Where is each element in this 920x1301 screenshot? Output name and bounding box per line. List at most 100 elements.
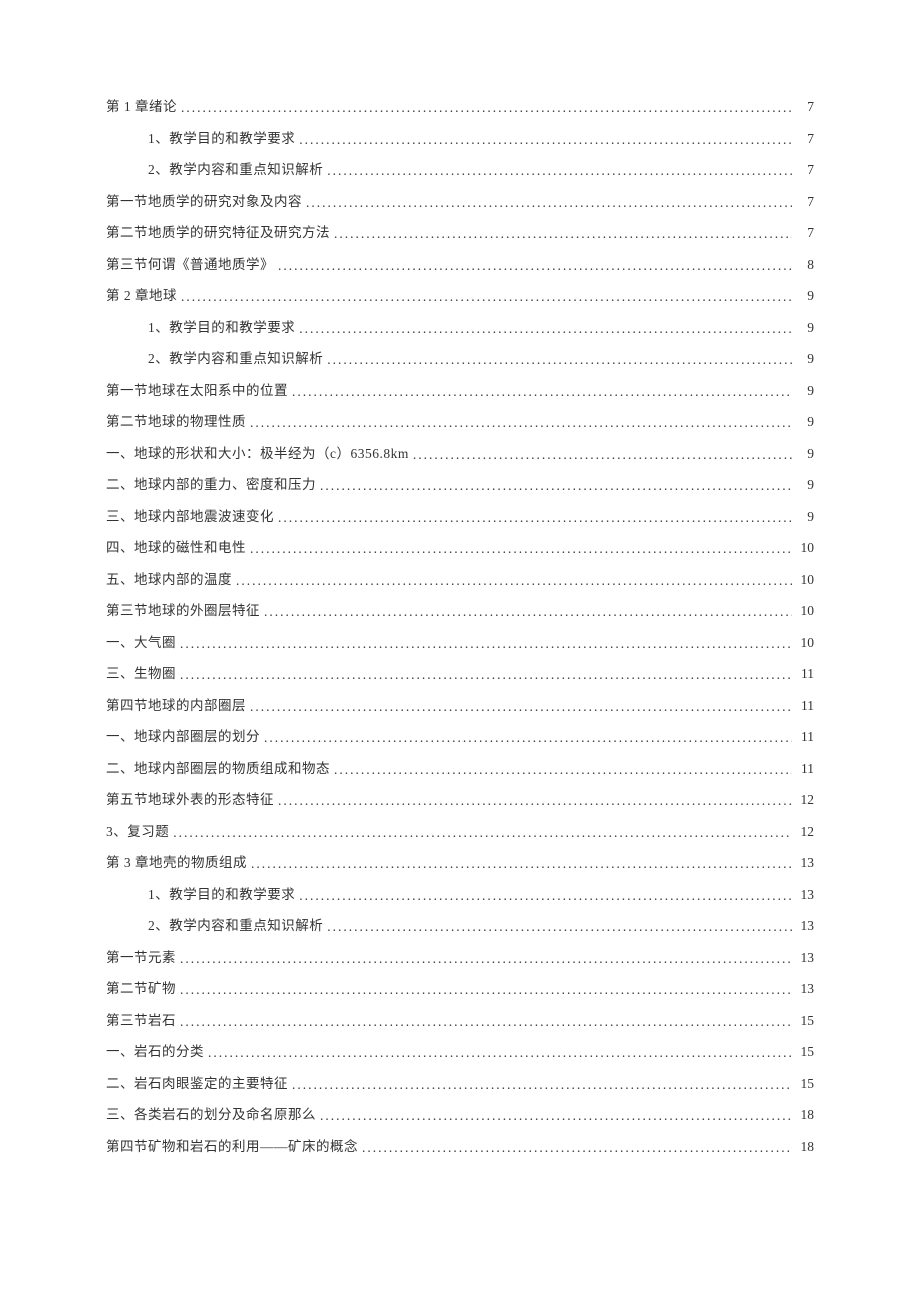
toc-leader-dots	[320, 479, 792, 493]
toc-title: 二、岩石肉眼鉴定的主要特征	[106, 1077, 288, 1091]
toc-page-number: 13	[796, 856, 814, 870]
toc-title: 第四节地球的内部圈层	[106, 699, 246, 713]
toc-page-number: 12	[796, 825, 814, 839]
toc-title: 2、教学内容和重点知识解析	[148, 163, 323, 177]
toc-leader-dots	[299, 889, 792, 903]
toc-entry: 第 3 章地壳的物质组成13	[106, 856, 814, 870]
toc-page-number: 15	[796, 1045, 814, 1059]
toc-page-number: 13	[796, 951, 814, 965]
toc-title: 第二节地质学的研究特征及研究方法	[106, 226, 330, 240]
toc-entry: 2、教学内容和重点知识解析7	[106, 163, 814, 177]
toc-page-number: 7	[796, 132, 814, 146]
toc-title: 第一节地球在太阳系中的位置	[106, 384, 288, 398]
toc-entry: 一、地球的形状和大小：极半经为（c）6356.8km9	[106, 447, 814, 461]
toc-leader-dots	[208, 1046, 792, 1060]
toc-page-number: 18	[796, 1108, 814, 1122]
toc-leader-dots	[180, 952, 792, 966]
toc-leader-dots	[236, 574, 792, 588]
toc-entry: 第二节地质学的研究特征及研究方法 7	[106, 226, 814, 240]
toc-entry: 第三节何谓《普通地质学》 8	[106, 258, 814, 272]
toc-title: 第五节地球外表的形态特征	[106, 793, 274, 807]
toc-entry: 五、地球内部的温度10	[106, 573, 814, 587]
toc-page-number: 9	[796, 384, 814, 398]
toc-leader-dots	[250, 700, 792, 714]
toc-page-number: 12	[796, 793, 814, 807]
toc-entry: 第三节地球的外圈层特征10	[106, 604, 814, 618]
toc-page-number: 15	[796, 1077, 814, 1091]
toc-leader-dots	[278, 794, 792, 808]
toc-title: 二、地球内部圈层的物质组成和物态	[106, 762, 330, 776]
toc-title: 第 1 章绪论	[106, 100, 177, 114]
toc-leader-dots	[264, 605, 792, 619]
toc-entry: 第三节岩石 15	[106, 1014, 814, 1028]
toc-entry: 一、大气圈10	[106, 636, 814, 650]
toc-entry: 第一节地球在太阳系中的位置 9	[106, 384, 814, 398]
toc-title: 四、地球的磁性和电性	[106, 541, 246, 555]
toc-page-number: 9	[796, 321, 814, 335]
toc-leader-dots	[413, 448, 792, 462]
toc-leader-dots	[180, 668, 792, 682]
toc-leader-dots	[278, 259, 792, 273]
toc-entry: 第二节地球的物理性质 9	[106, 415, 814, 429]
toc-entry: 三、各类岩石的划分及命名原那么 18	[106, 1108, 814, 1122]
toc-page-number: 9	[796, 478, 814, 492]
toc-entry: 一、地球内部圈层的划分11	[106, 730, 814, 744]
toc-leader-dots	[320, 1109, 792, 1123]
toc-entry: 第四节地球的内部圈层 11	[106, 699, 814, 713]
toc-leader-dots	[251, 857, 792, 871]
toc-title: 第 2 章地球	[106, 289, 177, 303]
toc-entry: 第一节地质学的研究对象及内容7	[106, 195, 814, 209]
toc-page-number: 11	[796, 699, 814, 713]
toc-title: 3、复习题	[106, 825, 169, 839]
toc-entry: 1、教学目的和教学要求7	[106, 132, 814, 146]
toc-title: 第四节矿物和岩石的利用——矿床的概念	[106, 1140, 358, 1154]
toc-title: 第三节岩石	[106, 1014, 176, 1028]
toc-leader-dots	[181, 290, 792, 304]
toc-entry: 2、教学内容和重点知识解析 13	[106, 919, 814, 933]
toc-title: 1、教学目的和教学要求	[148, 321, 295, 335]
toc-page-number: 10	[796, 636, 814, 650]
toc-entry: 第二节矿物13	[106, 982, 814, 996]
table-of-contents: 第 1 章绪论71、教学目的和教学要求72、教学内容和重点知识解析7第一节地质学…	[106, 100, 814, 1153]
toc-entry: 1、教学目的和教学要求 9	[106, 321, 814, 335]
toc-title: 一、地球内部圈层的划分	[106, 730, 260, 744]
toc-title: 第一节元素	[106, 951, 176, 965]
toc-title: 三、地球内部地震波速变化	[106, 510, 274, 524]
toc-leader-dots	[180, 1015, 792, 1029]
toc-title: 三、生物圈	[106, 667, 176, 681]
toc-entry: 二、地球内部圈层的物质组成和物态 11	[106, 762, 814, 776]
toc-entry: 1、教学目的和教学要求13	[106, 888, 814, 902]
toc-page-number: 9	[796, 510, 814, 524]
toc-title: 2、教学内容和重点知识解析	[148, 352, 323, 366]
toc-page-number: 7	[796, 100, 814, 114]
toc-page-number: 15	[796, 1014, 814, 1028]
toc-page-number: 7	[796, 226, 814, 240]
toc-title: 二、地球内部的重力、密度和压力	[106, 478, 316, 492]
toc-leader-dots	[292, 385, 792, 399]
toc-leader-dots	[292, 1078, 792, 1092]
toc-title: 第二节地球的物理性质	[106, 415, 246, 429]
toc-page-number: 7	[796, 195, 814, 209]
toc-entry: 第 2 章地球9	[106, 289, 814, 303]
toc-entry: 2、教学内容和重点知识解析 9	[106, 352, 814, 366]
toc-page-number: 8	[796, 258, 814, 272]
toc-title: 一、岩石的分类	[106, 1045, 204, 1059]
toc-page-number: 11	[796, 762, 814, 776]
toc-page-number: 11	[796, 667, 814, 681]
toc-page-number: 9	[796, 415, 814, 429]
toc-leader-dots	[327, 920, 792, 934]
toc-page-number: 10	[796, 573, 814, 587]
toc-title: 2、教学内容和重点知识解析	[148, 919, 323, 933]
toc-leader-dots	[299, 133, 792, 147]
toc-page-number: 13	[796, 888, 814, 902]
toc-leader-dots	[180, 983, 792, 997]
toc-page-number: 9	[796, 352, 814, 366]
toc-title: 三、各类岩石的划分及命名原那么	[106, 1108, 316, 1122]
toc-entry: 三、生物圈 11	[106, 667, 814, 681]
toc-title: 第三节何谓《普通地质学》	[106, 258, 274, 272]
toc-page-number: 18	[796, 1140, 814, 1154]
toc-title: 一、地球的形状和大小：极半经为（c）6356.8km	[106, 447, 409, 461]
toc-leader-dots	[306, 196, 792, 210]
toc-entry: 二、岩石肉眼鉴定的主要特征 15	[106, 1077, 814, 1091]
toc-page-number: 13	[796, 919, 814, 933]
